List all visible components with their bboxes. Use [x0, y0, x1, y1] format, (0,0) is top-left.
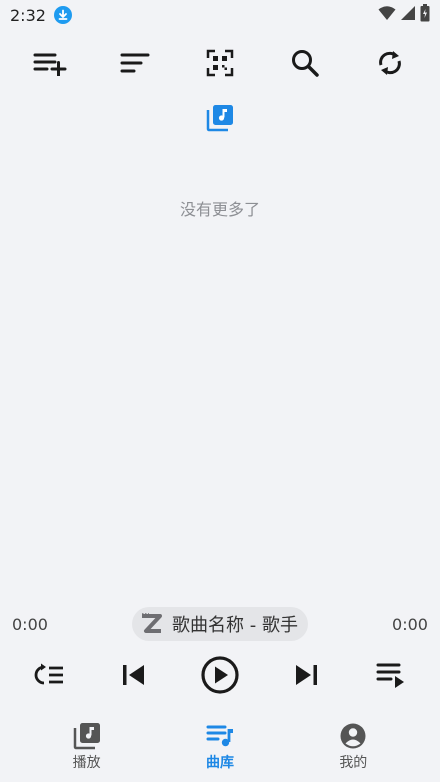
library-music-icon: [73, 723, 100, 750]
qr-scan-icon: [206, 49, 234, 77]
z-logo-icon: [142, 613, 163, 633]
previous-button[interactable]: [110, 652, 158, 698]
song-title: 歌曲名称 - 歌手: [172, 615, 298, 636]
sort-icon: [120, 53, 150, 73]
nav-label-me: 我的: [339, 755, 368, 771]
wifi-icon: [378, 5, 396, 25]
skip-next-icon: [295, 665, 317, 685]
playlist-music-icon: [206, 725, 233, 747]
play-button[interactable]: [196, 652, 244, 698]
signal-icon: [400, 5, 416, 25]
playlist-add-icon: [33, 53, 67, 76]
queue-button[interactable]: [367, 652, 415, 698]
empty-list-text: 没有更多了: [179, 200, 260, 219]
battery-icon: [420, 4, 430, 26]
status-time: 2:32: [10, 5, 46, 25]
sync-icon: [378, 51, 401, 75]
now-playing-pill[interactable]: 歌曲名称 - 歌手: [132, 607, 308, 641]
nav-label-library: 曲库: [205, 755, 234, 771]
duration-time: 0:00: [392, 614, 428, 634]
repeat-mode-button[interactable]: [25, 652, 73, 698]
nav-item-me[interactable]: 我的: [313, 716, 393, 772]
search-button[interactable]: [283, 41, 327, 85]
search-icon: [291, 50, 319, 77]
now-playing-row: 0:00 歌曲名称 - 歌手 0:00: [0, 604, 440, 644]
nav-item-play[interactable]: 播放: [47, 716, 127, 772]
elapsed-time: 0:00: [12, 614, 48, 634]
bottom-nav: 播放 曲库 我的: [0, 716, 440, 782]
nav-label-play: 播放: [72, 755, 101, 771]
download-icon: [53, 6, 72, 24]
status-bar: 2:32: [0, 0, 440, 30]
nav-item-library[interactable]: 曲库: [180, 716, 260, 772]
library-music-icon[interactable]: [204, 102, 236, 134]
queue-icon: [376, 663, 405, 688]
qr-scan-button[interactable]: [198, 41, 242, 85]
playlist-add-button[interactable]: [28, 41, 72, 85]
playback-controls: [0, 652, 440, 698]
next-button[interactable]: [282, 652, 330, 698]
skip-previous-icon: [123, 665, 145, 685]
top-toolbar: [0, 40, 440, 86]
sort-button[interactable]: [113, 41, 157, 85]
sync-button[interactable]: [368, 41, 412, 85]
play-icon: [201, 656, 239, 694]
repeat-list-icon: [34, 663, 63, 685]
account-icon: [340, 723, 366, 749]
